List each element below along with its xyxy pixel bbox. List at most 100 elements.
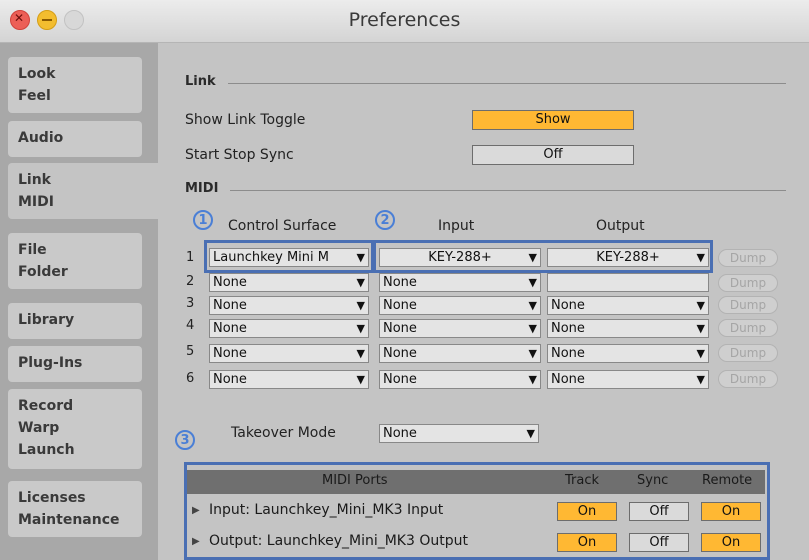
control-surface-select-5[interactable]: None ▼ [209, 344, 369, 363]
row-number: 6 [186, 371, 195, 386]
control-surface-header: Control Surface [228, 218, 337, 234]
tab-licenses-maintenance[interactable]: Licenses Maintenance [8, 481, 142, 537]
tab-label: MIDI [18, 194, 54, 210]
dropdown-arrow-icon: ▼ [356, 276, 365, 289]
control-surface-select-3[interactable]: None ▼ [209, 296, 369, 315]
select-value: None [383, 346, 417, 361]
select-value: None [383, 426, 417, 441]
tab-label: Feel [18, 88, 51, 104]
dropdown-arrow-icon: ▼ [528, 347, 537, 360]
show-link-toggle-button[interactable]: Show [472, 110, 634, 130]
dump-button-1[interactable]: Dump [718, 249, 778, 267]
highlight-input-output [373, 240, 713, 273]
dropdown-arrow-icon: ▼ [696, 299, 705, 312]
highlight-control-surface [204, 240, 374, 273]
show-link-toggle-label: Show Link Toggle [185, 112, 306, 128]
takeover-mode-label: Takeover Mode [231, 425, 336, 441]
output-select-2[interactable] [547, 273, 709, 292]
midi-section-label: MIDI [185, 181, 219, 196]
select-value: None [213, 298, 247, 313]
dump-button-2[interactable]: Dump [718, 274, 778, 292]
tab-label: Maintenance [18, 512, 120, 528]
input-select-6[interactable]: None ▼ [379, 370, 541, 389]
select-value: None [383, 321, 417, 336]
tab-label: File [18, 242, 47, 258]
tab-file-folder[interactable]: File Folder [8, 233, 142, 289]
tab-label: Record [18, 398, 74, 414]
control-surface-select-6[interactable]: None ▼ [209, 370, 369, 389]
select-value: None [213, 275, 247, 290]
dropdown-arrow-icon: ▼ [696, 347, 705, 360]
dropdown-arrow-icon: ▼ [356, 299, 365, 312]
select-value: None [213, 372, 247, 387]
dump-button-3[interactable]: Dump [718, 296, 778, 314]
dropdown-arrow-icon: ▼ [696, 322, 705, 335]
window-title: Preferences [348, 9, 461, 31]
annotation-badge-2: 2 [375, 210, 395, 230]
tab-label: Plug-Ins [18, 355, 83, 371]
dropdown-arrow-icon: ▼ [528, 299, 537, 312]
output-header: Output [596, 218, 645, 234]
tab-audio[interactable]: Audio [8, 121, 142, 157]
tab-label: Launch [18, 442, 75, 458]
tab-plug-ins[interactable]: Plug-Ins [8, 346, 142, 382]
dropdown-arrow-icon: ▼ [526, 427, 535, 440]
input-select-4[interactable]: None ▼ [379, 319, 541, 338]
output-select-6[interactable]: None ▼ [547, 370, 709, 389]
dump-button-5[interactable]: Dump [718, 344, 778, 362]
select-value: None [213, 321, 247, 336]
select-value: None [551, 372, 585, 387]
tab-link-midi[interactable]: Link MIDI [8, 163, 158, 219]
row-number: 2 [186, 274, 195, 289]
select-value: None [213, 346, 247, 361]
dropdown-arrow-icon: ▼ [528, 276, 537, 289]
divider [230, 190, 786, 191]
input-select-2[interactable]: None ▼ [379, 273, 541, 292]
select-value: None [551, 346, 585, 361]
annotation-badge-1: 1 [193, 210, 213, 230]
tab-label: Warp [18, 420, 60, 436]
output-select-3[interactable]: None ▼ [547, 296, 709, 315]
highlight-midi-ports [184, 462, 770, 560]
row-number: 4 [186, 318, 195, 333]
dropdown-arrow-icon: ▼ [356, 347, 365, 360]
dump-button-4[interactable]: Dump [718, 319, 778, 337]
select-value: None [383, 275, 417, 290]
dropdown-arrow-icon: ▼ [528, 322, 537, 335]
start-stop-sync-button[interactable]: Off [472, 145, 634, 165]
dropdown-arrow-icon: ▼ [356, 322, 365, 335]
input-select-3[interactable]: None ▼ [379, 296, 541, 315]
tab-label: Audio [18, 130, 64, 146]
dropdown-arrow-icon: ▼ [528, 373, 537, 386]
link-section-label: Link [185, 74, 216, 89]
tab-label: Link [18, 172, 51, 188]
row-number: 3 [186, 296, 195, 311]
tab-label: Licenses [18, 490, 86, 506]
dropdown-arrow-icon: ▼ [696, 373, 705, 386]
sidebar: Look Feel Audio Link MIDI File Folder Li… [0, 43, 158, 560]
takeover-mode-select[interactable]: None ▼ [379, 424, 539, 443]
start-stop-sync-label: Start Stop Sync [185, 147, 294, 163]
tab-look-feel[interactable]: Look Feel [8, 57, 142, 113]
annotation-badge-3: 3 [175, 430, 195, 450]
select-value: None [383, 298, 417, 313]
row-number: 5 [186, 344, 195, 359]
input-header: Input [438, 218, 475, 234]
divider [228, 83, 786, 84]
dump-button-6[interactable]: Dump [718, 370, 778, 388]
tab-label: Folder [18, 264, 68, 280]
input-select-5[interactable]: None ▼ [379, 344, 541, 363]
select-value: None [551, 298, 585, 313]
tab-label: Library [18, 312, 75, 328]
tab-library[interactable]: Library [8, 303, 142, 339]
row-number: 1 [186, 250, 195, 265]
output-select-5[interactable]: None ▼ [547, 344, 709, 363]
tab-label: Look [18, 66, 56, 82]
title-bar: Preferences [0, 0, 809, 43]
select-value: None [551, 321, 585, 336]
control-surface-select-4[interactable]: None ▼ [209, 319, 369, 338]
control-surface-select-2[interactable]: None ▼ [209, 273, 369, 292]
dropdown-arrow-icon: ▼ [356, 373, 365, 386]
output-select-4[interactable]: None ▼ [547, 319, 709, 338]
tab-record-warp-launch[interactable]: Record Warp Launch [8, 389, 142, 469]
